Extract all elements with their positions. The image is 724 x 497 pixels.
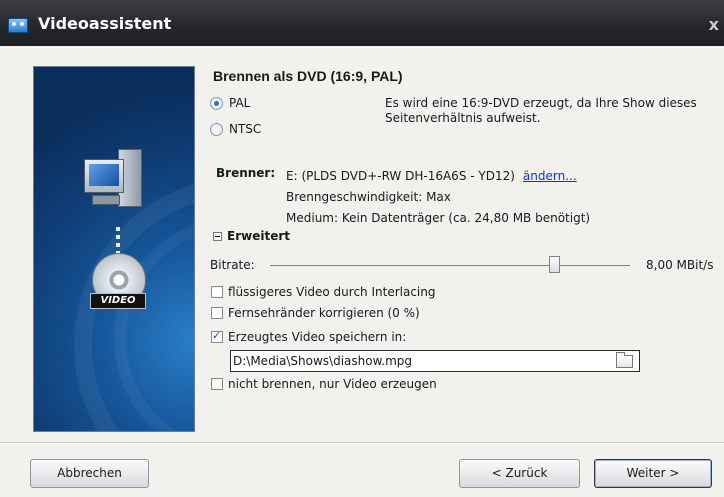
checkbox-icon[interactable] [211, 329, 223, 343]
app-icon [8, 18, 28, 33]
medium-status: Medium: Kein Datenträger (ca. 24,80 MB b… [286, 211, 591, 225]
next-button[interactable]: Weiter > [594, 459, 712, 488]
option-label: nicht brennen, nur Video erzeugen [228, 377, 437, 391]
wizard-banner: VIDEO [33, 66, 195, 432]
video-assistant-window: Videoassistent x VIDEO Brennen als DVD (… [0, 0, 724, 497]
option-label: flüssigeres Video durch Interlacing [228, 285, 436, 299]
close-icon[interactable]: x [709, 15, 719, 34]
video-badge: VIDEO [90, 293, 146, 309]
radio-pal[interactable]: PAL [210, 96, 250, 110]
collapse-icon[interactable] [213, 231, 222, 241]
option-label: Fernsehränder korrigieren (0 %) [228, 306, 420, 320]
format-info-text: Es wird eine 16:9-DVD erzeugt, da Ihre S… [385, 96, 697, 125]
radio-button-icon[interactable] [210, 122, 223, 136]
window-title: Videoassistent [38, 14, 172, 33]
bitrate-slider-track[interactable] [270, 265, 630, 266]
burner-label: Brenner: [216, 166, 276, 180]
change-burner-link[interactable]: ändern... [523, 169, 577, 183]
advanced-expander[interactable]: Erweitert [213, 229, 290, 243]
option-interlacing[interactable]: flüssigeres Video durch Interlacing [211, 285, 435, 299]
title-bar[interactable]: Videoassistent x [0, 0, 724, 46]
back-button[interactable]: < Zurück [459, 459, 580, 488]
save-path-input[interactable]: D:\Media\Shows\diashow.mpg [230, 350, 640, 372]
checkbox-icon[interactable] [211, 286, 223, 298]
radio-ntsc[interactable]: NTSC [210, 122, 261, 136]
option-overscan[interactable]: Fernsehränder korrigieren (0 %) [211, 306, 420, 320]
folder-open-icon[interactable] [616, 352, 633, 368]
checkbox-icon[interactable] [211, 378, 223, 390]
option-save-video[interactable]: Erzeugtes Video speichern in: [211, 329, 407, 344]
bitrate-value: 8,00 MBit/s [646, 258, 714, 272]
bitrate-slider-thumb[interactable] [548, 256, 560, 273]
next-button-label: Weiter > [626, 466, 680, 480]
save-path-value: D:\Media\Shows\diashow.mpg [233, 354, 413, 368]
computer-icon [84, 149, 142, 219]
footer-separator [0, 442, 724, 444]
burn-speed: Brenngeschwindigkeit: Max [286, 190, 451, 204]
option-no-burn[interactable]: nicht brennen, nur Video erzeugen [211, 377, 437, 391]
option-label: Erzeugtes Video speichern in: [228, 330, 407, 344]
page-heading: Brennen als DVD (16:9, PAL) [213, 68, 403, 84]
radio-ntsc-label: NTSC [229, 122, 262, 136]
advanced-label: Erweitert [227, 229, 290, 243]
cancel-button[interactable]: Abbrechen [30, 459, 149, 488]
burner-device: E: (PLDS DVD+-RW DH-16A6S - YD12) [286, 169, 515, 183]
burner-details: E: (PLDS DVD+-RW DH-16A6S - YD12) ändern.… [286, 166, 590, 229]
radio-button-icon[interactable] [210, 96, 223, 110]
radio-pal-label: PAL [229, 96, 251, 110]
bitrate-label: Bitrate: [210, 258, 255, 272]
checkbox-icon[interactable] [211, 307, 223, 319]
